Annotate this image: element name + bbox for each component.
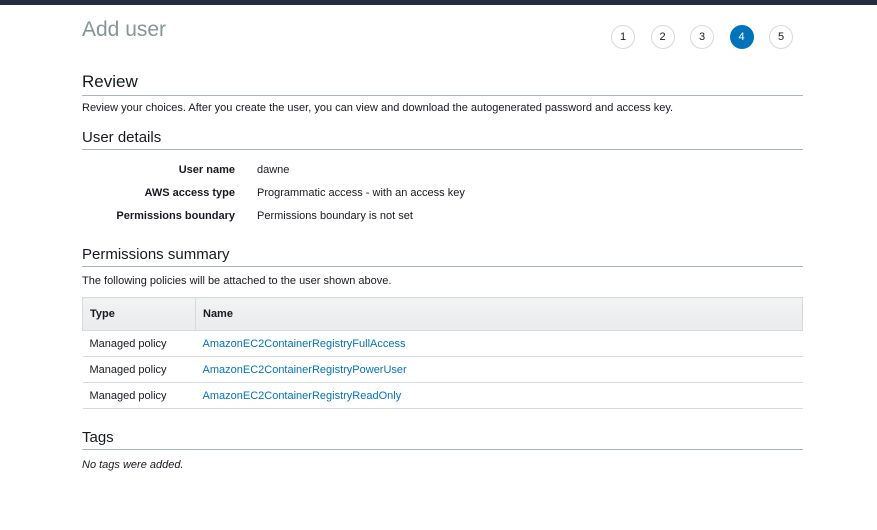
top-nav-bar xyxy=(0,0,877,5)
table-row: Managed policy AmazonEC2ContainerRegistr… xyxy=(82,382,803,409)
policy-type-cell: Managed policy xyxy=(82,356,196,383)
step-3-indicator[interactable]: 3 xyxy=(690,25,714,49)
table-row: Managed policy AmazonEC2ContainerRegistr… xyxy=(82,330,803,357)
step-1-indicator[interactable]: 1 xyxy=(611,25,635,49)
detail-label: User name xyxy=(178,163,235,176)
detail-row-access-type: AWS access type Programmatic access - wi… xyxy=(82,181,803,204)
user-details-heading: User details xyxy=(82,129,803,150)
policy-type-cell: Managed policy xyxy=(82,382,196,409)
step-4-indicator[interactable]: 4 xyxy=(729,25,754,49)
wizard-steps: 1 2 3 4 5 xyxy=(611,25,793,49)
policy-name-cell: AmazonEC2ContainerRegistryFullAccess xyxy=(195,330,803,357)
detail-row-permissions-boundary: Permissions boundary Permissions boundar… xyxy=(82,204,803,227)
permissions-table: Type Name Managed policy AmazonEC2Contai… xyxy=(82,297,803,409)
permissions-description: The following policies will be attached … xyxy=(82,275,392,287)
no-tags-message: No tags were added. xyxy=(82,459,184,471)
policy-name-cell: AmazonEC2ContainerRegistryPowerUser xyxy=(195,356,803,383)
detail-label: Permissions boundary xyxy=(116,209,235,222)
step-2-indicator[interactable]: 2 xyxy=(650,25,675,49)
table-row: Managed policy AmazonEC2ContainerRegistr… xyxy=(82,356,803,383)
policy-name-cell: AmazonEC2ContainerRegistryReadOnly xyxy=(195,382,803,409)
detail-value: dawne xyxy=(257,163,290,176)
detail-value: Programmatic access - with an access key xyxy=(257,186,465,199)
column-header-name[interactable]: Name xyxy=(195,297,803,331)
tags-heading: Tags xyxy=(82,429,803,450)
user-details-list: User name dawne AWS access type Programm… xyxy=(82,158,803,227)
table-header-row: Type Name xyxy=(82,297,803,331)
permissions-summary-heading: Permissions summary xyxy=(82,246,803,267)
detail-value: Permissions boundary is not set xyxy=(257,209,413,222)
detail-label: AWS access type xyxy=(144,186,236,199)
policy-link[interactable]: AmazonEC2ContainerRegistryFullAccess xyxy=(203,338,406,350)
policy-link[interactable]: AmazonEC2ContainerRegistryPowerUser xyxy=(203,364,407,376)
detail-row-user-name: User name dawne xyxy=(82,158,803,181)
step-5-indicator: 5 xyxy=(769,25,793,49)
review-description: Review your choices. After you create th… xyxy=(82,102,674,114)
column-header-type[interactable]: Type xyxy=(82,297,196,331)
policy-type-cell: Managed policy xyxy=(82,330,196,357)
review-heading: Review xyxy=(82,72,803,96)
page-title: Add user xyxy=(82,18,167,41)
policy-link[interactable]: AmazonEC2ContainerRegistryReadOnly xyxy=(203,390,402,402)
